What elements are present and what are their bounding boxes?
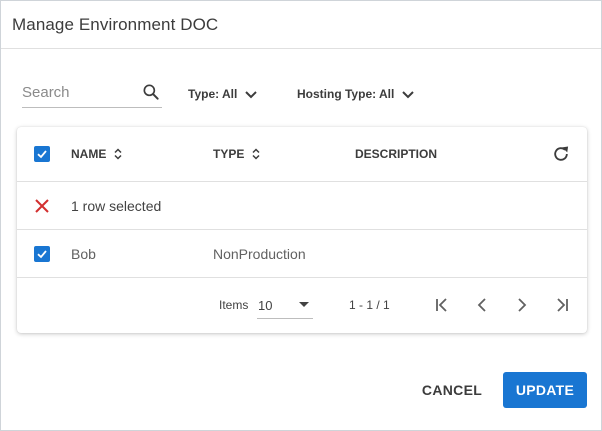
- items-per-page-label: Items: [219, 298, 249, 312]
- hosting-type-filter-label: Hosting Type: All: [297, 87, 395, 101]
- search-icon[interactable]: [141, 82, 161, 102]
- cell-type: NonProduction: [213, 246, 306, 262]
- last-page-icon[interactable]: [553, 296, 571, 314]
- sort-icon: [114, 148, 122, 160]
- select-all-checkbox[interactable]: [34, 146, 50, 162]
- items-per-page-select[interactable]: 10: [257, 291, 313, 319]
- type-filter-label: Type: All: [188, 87, 238, 101]
- refresh-icon[interactable]: [551, 144, 571, 164]
- sort-icon: [252, 148, 260, 160]
- checkmark-icon: [37, 150, 47, 159]
- close-icon[interactable]: [33, 197, 51, 215]
- chevron-down-icon: [245, 91, 258, 99]
- column-header-description: DESCRIPTION: [355, 147, 437, 161]
- selection-status-row: 1 row selected: [17, 182, 587, 230]
- selection-count-text: 1 row selected: [71, 198, 162, 214]
- column-header-description-label: DESCRIPTION: [355, 147, 438, 161]
- table-row[interactable]: Bob NonProduction: [17, 230, 587, 278]
- type-filter-dropdown[interactable]: Type: All: [188, 85, 259, 103]
- pagination-bar: Items 10 1 - 1 / 1: [17, 278, 587, 333]
- chevron-right-icon[interactable]: [513, 296, 531, 314]
- column-header-type[interactable]: TYPE: [213, 147, 261, 161]
- hosting-type-filter-dropdown[interactable]: Hosting Type: All: [297, 85, 416, 103]
- dialog-title: Manage Environment DOC: [12, 15, 219, 34]
- manage-environment-dialog: Manage Environment DOC Type: All Hosting…: [0, 0, 602, 431]
- page-range-label: 1 - 1 / 1: [349, 298, 390, 312]
- dropdown-caret-icon: [299, 302, 309, 307]
- items-per-page-value: 10: [258, 298, 273, 313]
- environment-table: NAME TYPE DESCRIPTION 1 row selected Bob…: [17, 127, 587, 333]
- column-header-name-label: NAME: [71, 147, 107, 161]
- cell-name: Bob: [71, 246, 96, 262]
- row-checkbox[interactable]: [34, 246, 50, 262]
- update-button[interactable]: UPDATE: [503, 372, 587, 408]
- table-header-row: NAME TYPE DESCRIPTION: [17, 127, 587, 182]
- cancel-button[interactable]: CANCEL: [413, 373, 491, 407]
- dialog-header: Manage Environment DOC: [1, 1, 601, 49]
- column-header-name[interactable]: NAME: [71, 147, 123, 161]
- column-header-type-label: TYPE: [213, 147, 245, 161]
- search-field: [22, 79, 162, 108]
- checkmark-icon: [37, 250, 47, 259]
- chevron-down-icon: [402, 91, 415, 99]
- search-input[interactable]: [22, 81, 132, 103]
- first-page-icon[interactable]: [433, 296, 451, 314]
- chevron-left-icon[interactable]: [473, 296, 491, 314]
